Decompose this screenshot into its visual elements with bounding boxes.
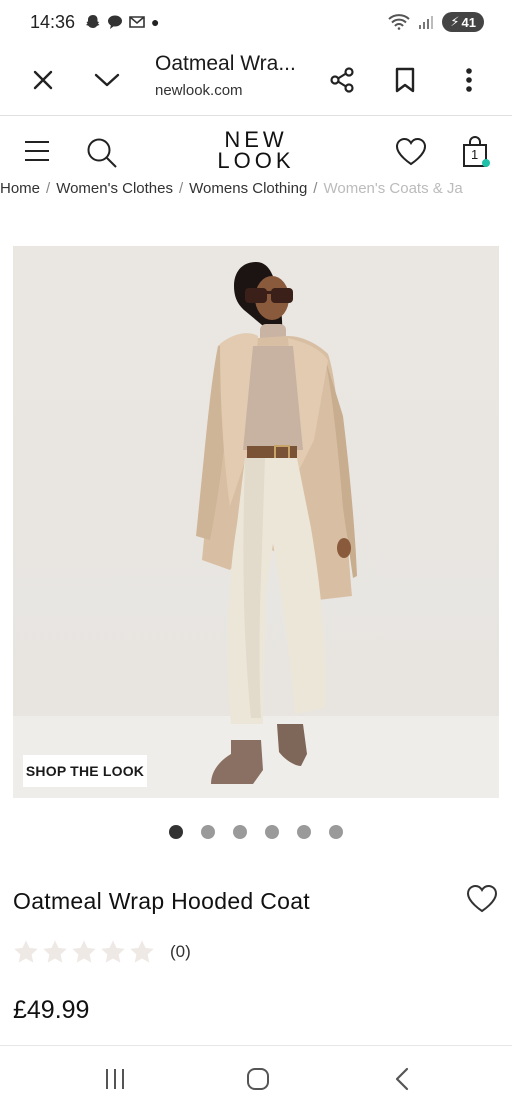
rating-stars <box>12 938 156 966</box>
close-tab-button[interactable] <box>23 60 63 100</box>
browser-toolbar: Oatmeal Wra... newlook.com <box>0 44 512 116</box>
product-price: £49.99 <box>13 996 90 1024</box>
logo-line-2: LOOK <box>217 148 295 173</box>
breadcrumb-womens-clothing[interactable]: Womens Clothing <box>189 180 307 197</box>
breadcrumb-womens-coats[interactable]: Women's Coats & Ja <box>323 180 462 197</box>
bag-button[interactable]: 1 <box>460 135 492 169</box>
star-icon <box>101 940 125 963</box>
logo-line-1: NEW <box>224 127 288 152</box>
breadcrumb: Home / Women's Clothes / Womens Clothing / Wom… <box>0 180 512 202</box>
more-notifications-dot: ● <box>151 14 160 30</box>
share-icon <box>330 67 354 93</box>
wishlist-button[interactable] <box>395 137 427 167</box>
menu-button[interactable] <box>24 139 52 165</box>
recent-apps-icon <box>106 1069 124 1089</box>
browser-page-title: Oatmeal Wra... <box>155 52 296 75</box>
breadcrumb-separator: / <box>179 180 184 197</box>
review-count: (0) <box>170 942 191 961</box>
minimize-button[interactable] <box>87 60 127 100</box>
breadcrumb-separator: / <box>46 180 51 197</box>
back-button[interactable] <box>382 1064 422 1094</box>
system-icons: ⚡ 41 <box>388 12 484 32</box>
product-title: Oatmeal Wrap Hooded Coat <box>13 888 310 914</box>
carousel-dot-4[interactable] <box>265 825 279 839</box>
carousel-dot-3[interactable] <box>233 825 247 839</box>
new-look-logo[interactable]: NEW LOOK <box>200 127 312 173</box>
chat-icon <box>108 15 123 29</box>
browser-url: newlook.com <box>155 82 243 99</box>
star-icon <box>72 940 96 963</box>
recent-apps-button[interactable] <box>95 1064 135 1094</box>
battery-level: 41 <box>461 14 476 30</box>
bookmark-button[interactable] <box>385 60 425 100</box>
system-navigation-bar <box>0 1045 512 1109</box>
product-image[interactable] <box>13 246 499 798</box>
search-icon <box>87 138 117 168</box>
status-bar: 14:36 ● ⚡ 41 <box>0 0 512 44</box>
star-icon <box>14 940 38 963</box>
status-time: 14:36 <box>30 11 76 32</box>
model-photo-illustration <box>13 262 499 798</box>
add-to-wishlist-button[interactable] <box>466 884 500 918</box>
breadcrumb-womens-clothes[interactable]: Women's Clothes <box>56 180 173 197</box>
chevron-down-icon <box>94 73 120 87</box>
more-options-button[interactable] <box>449 60 489 100</box>
home-button[interactable] <box>238 1064 278 1094</box>
home-icon <box>247 1068 269 1090</box>
bag-count: 1 <box>471 147 479 162</box>
heart-icon <box>395 137 427 166</box>
close-icon <box>33 70 53 90</box>
site-header: NEW LOOK 1 <box>0 117 512 189</box>
carousel-dot-2[interactable] <box>201 825 215 839</box>
heart-icon <box>466 884 498 913</box>
notification-icons: ● <box>85 14 160 30</box>
signal-icon <box>419 16 434 29</box>
carousel-dot-5[interactable] <box>297 825 311 839</box>
star-icon <box>43 940 67 963</box>
snapchat-icon <box>86 15 100 28</box>
charging-bolt-icon: ⚡ <box>450 14 460 29</box>
carousel-dot-6[interactable] <box>329 825 343 839</box>
more-vertical-icon <box>466 68 472 92</box>
search-button[interactable] <box>86 137 118 169</box>
bookmark-icon <box>395 67 415 93</box>
breadcrumb-home[interactable]: Home <box>0 180 40 197</box>
back-icon <box>395 1067 409 1091</box>
share-button[interactable] <box>322 60 362 100</box>
image-carousel-dots <box>169 825 343 839</box>
gmail-icon <box>129 16 145 28</box>
carousel-dot-1[interactable] <box>169 825 183 839</box>
hamburger-menu-icon <box>25 141 49 161</box>
shop-the-look-button[interactable]: SHOP THE LOOK <box>23 755 147 787</box>
wifi-icon <box>388 14 411 30</box>
page-title-area[interactable]: Oatmeal Wra... newlook.com <box>155 52 296 99</box>
product-rating[interactable]: (0) <box>12 938 191 966</box>
breadcrumb-separator: / <box>313 180 318 197</box>
star-icon <box>130 940 154 963</box>
battery-indicator: ⚡ 41 <box>442 12 484 32</box>
